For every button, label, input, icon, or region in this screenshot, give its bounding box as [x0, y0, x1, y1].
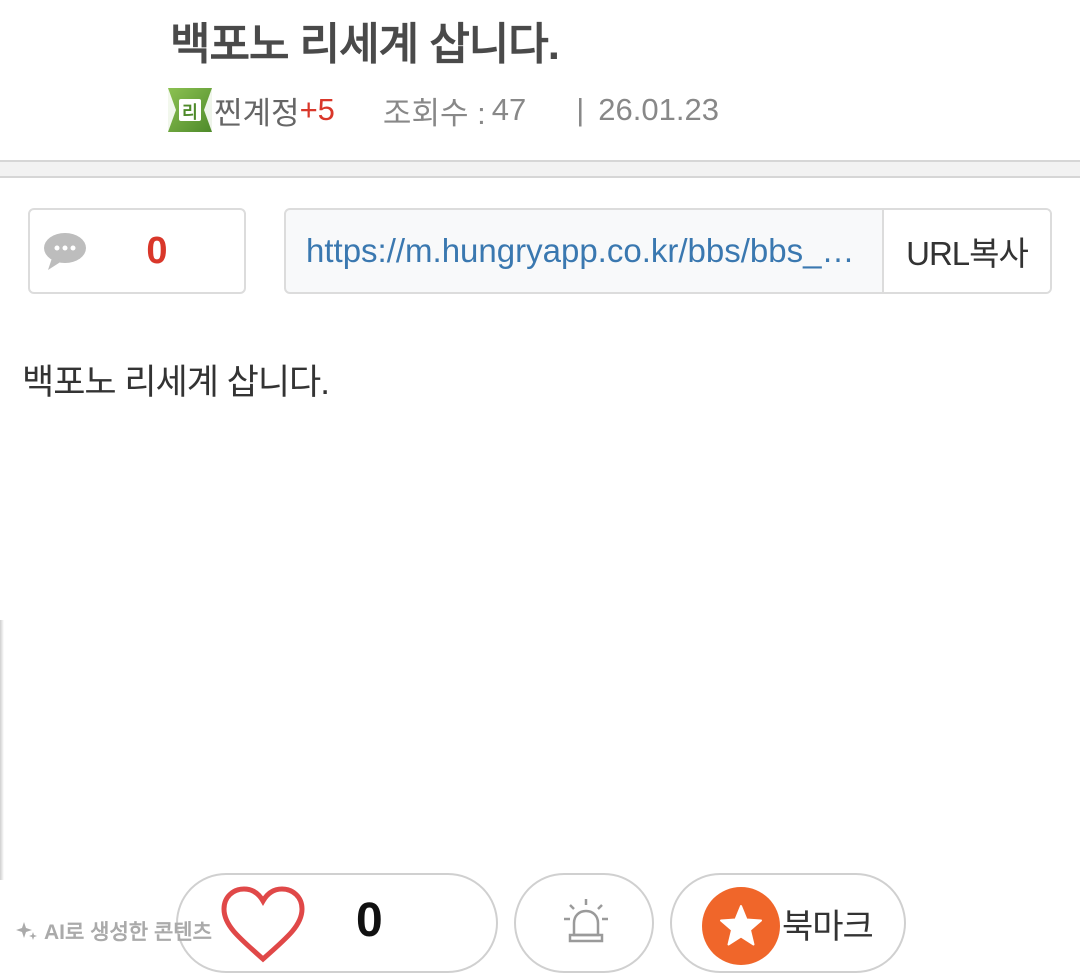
- section-divider: [0, 160, 1080, 178]
- star-icon: [720, 905, 762, 946]
- post-title: 백포노 리세계 삽니다.: [170, 20, 560, 69]
- views-count: 47: [491, 92, 527, 127]
- like-button[interactable]: 0: [176, 873, 498, 973]
- comment-count: 0: [146, 229, 168, 272]
- sparkle-icon: [16, 922, 37, 940]
- date-separator: |: [576, 92, 585, 127]
- author-name[interactable]: 찐계정: [214, 88, 300, 133]
- post-url[interactable]: https://m.hungryapp.co.kr/bbs/bbs_…: [286, 210, 882, 292]
- bookmark-button[interactable]: 북마크: [670, 873, 906, 973]
- level-badge-text: 리: [179, 99, 201, 122]
- ai-content-watermark: AI로 생성한 콘텐츠: [16, 916, 212, 946]
- report-button[interactable]: [514, 873, 654, 973]
- star-badge: [702, 887, 780, 965]
- siren-icon: [564, 899, 608, 943]
- post-meta: 리 찐계정 +5 조회수 : 47 | 26.01.23: [168, 88, 719, 132]
- like-count: 0: [356, 894, 383, 947]
- speech-bubble-icon: [44, 233, 86, 270]
- level-badge-icon: 리: [168, 88, 212, 132]
- heart-icon: [221, 886, 305, 963]
- comment-count-button[interactable]: 0: [28, 208, 246, 294]
- views-label: 조회수 :: [382, 95, 486, 131]
- author-level: +5: [299, 92, 335, 127]
- url-share-box: https://m.hungryapp.co.kr/bbs/bbs_… URL복…: [284, 208, 1052, 294]
- post-body: 백포노 리세계 삽니다.: [22, 363, 330, 402]
- post-date: 26.01.23: [598, 92, 719, 127]
- url-copy-button[interactable]: URL복사: [882, 210, 1050, 292]
- bookmark-label: 북마크: [782, 908, 874, 946]
- ai-watermark-text: AI로 생성한 콘텐츠: [44, 921, 212, 944]
- edge-shadow: [0, 620, 4, 880]
